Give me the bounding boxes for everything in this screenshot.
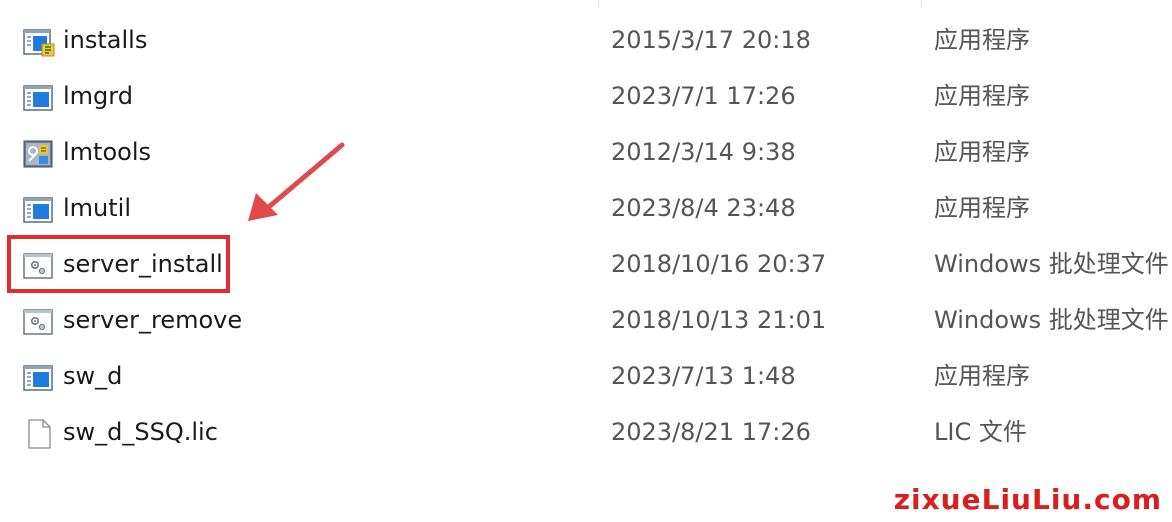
generic-file-icon xyxy=(23,419,55,449)
file-row-sw-d[interactable]: sw_d 2023/7/13 1:48 应用程序 xyxy=(0,349,1172,405)
file-name: lmgrd xyxy=(63,82,133,110)
file-name: sw_d xyxy=(63,362,123,390)
file-type: 应用程序 xyxy=(934,138,1030,166)
file-name: lmtools xyxy=(63,138,151,166)
file-date: 2012/3/14 9:38 xyxy=(611,138,796,166)
file-type: Windows 批处理文件 xyxy=(934,306,1169,334)
file-date: 2023/7/1 17:26 xyxy=(611,82,796,110)
application-icon xyxy=(23,195,55,225)
file-date: 2018/10/16 20:37 xyxy=(611,250,827,278)
column-divider-type[interactable] xyxy=(921,0,922,8)
file-type: 应用程序 xyxy=(934,82,1030,110)
file-row-lmutil[interactable]: lmutil 2023/8/4 23:48 应用程序 xyxy=(0,181,1172,237)
file-row-lmgrd[interactable]: lmgrd 2023/7/1 17:26 应用程序 xyxy=(0,69,1172,125)
red-arrow-annotation xyxy=(248,142,345,221)
file-name: lmutil xyxy=(63,194,132,222)
application-icon xyxy=(23,83,55,113)
file-name: sw_d_SSQ.lic xyxy=(63,418,218,446)
tools-app-icon xyxy=(23,139,55,169)
file-date: 2023/7/13 1:48 xyxy=(611,362,796,390)
file-type: 应用程序 xyxy=(934,362,1030,390)
column-divider-date[interactable] xyxy=(598,0,599,8)
file-date: 2023/8/21 17:26 xyxy=(611,418,811,446)
file-date: 2018/10/13 21:01 xyxy=(611,306,827,334)
file-date: 2023/8/4 23:48 xyxy=(611,194,796,222)
file-type: 应用程序 xyxy=(934,194,1030,222)
file-row-sw-d-ssq-lic[interactable]: sw_d_SSQ.lic 2023/8/21 17:26 LIC 文件 xyxy=(0,405,1172,461)
installer-app-icon xyxy=(23,27,55,57)
highlight-box xyxy=(7,235,230,293)
file-name: installs xyxy=(63,26,148,54)
file-row-lmtools[interactable]: lmtools 2012/3/14 9:38 应用程序 xyxy=(0,125,1172,181)
batch-file-icon xyxy=(23,307,55,337)
watermark: zixueLiuLiu.com xyxy=(893,483,1162,516)
file-name: server_remove xyxy=(63,306,243,334)
file-row-server-remove[interactable]: server_remove 2018/10/13 21:01 Windows 批… xyxy=(0,293,1172,349)
file-type: Windows 批处理文件 xyxy=(934,250,1169,278)
file-date: 2015/3/17 20:18 xyxy=(611,26,811,54)
application-icon xyxy=(23,363,55,393)
file-type: LIC 文件 xyxy=(934,418,1027,446)
file-row-installs[interactable]: installs 2015/3/17 20:18 应用程序 xyxy=(0,13,1172,69)
file-type: 应用程序 xyxy=(934,26,1030,54)
